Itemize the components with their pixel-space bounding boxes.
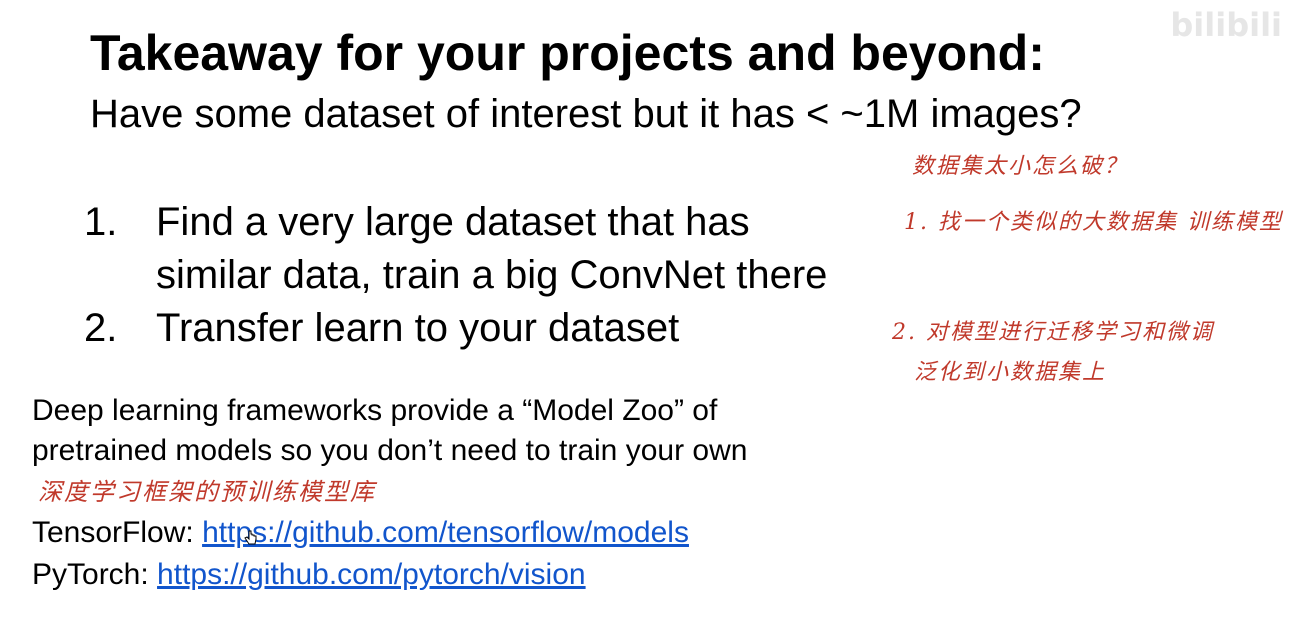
model-zoo-line-2: pretrained models so you don’t need to t… <box>32 434 748 467</box>
slide: Takeaway for your projects and beyond: H… <box>0 0 1292 617</box>
tensorflow-label: TensorFlow: <box>32 516 203 549</box>
annotation-step-1: 1. 找一个类似的大数据集 训练模型 <box>904 210 1283 235</box>
annotation-dataset-too-small: 数据集太小怎么破？ <box>912 154 1129 179</box>
annotation-step-2: 2. 对模型进行迁移学习和微调 <box>892 320 1214 345</box>
step-2-number: 2. <box>84 306 118 350</box>
step-1-line-2: similar data, train a big ConvNet there <box>156 253 828 297</box>
slide-subtitle: Have some dataset of interest but it has… <box>90 92 1082 136</box>
pytorch-link[interactable]: https://github.com/pytorch/vision <box>157 558 586 591</box>
annotation-model-zoo: 深度学习框架的预训练模型库 <box>38 478 376 506</box>
pytorch-label: PyTorch: <box>32 558 158 591</box>
step-2: 2. Transfer learn to your dataset <box>84 302 827 355</box>
steps-list: 1. Find a very large dataset that has sim… <box>84 196 827 355</box>
pytorch-link-row: PyTorch: https://github.com/pytorch/visi… <box>32 554 689 596</box>
model-zoo-text: Deep learning frameworks provide a “Mode… <box>32 391 747 471</box>
hand-cursor-icon <box>244 530 257 545</box>
framework-links: TensorFlow: https://github.com/tensorflo… <box>32 512 689 596</box>
slide-title: Takeaway for your projects and beyond: <box>90 25 1045 81</box>
tensorflow-link[interactable]: https://github.com/tensorflow/models <box>202 516 689 549</box>
step-2-line-1: Transfer learn to your dataset <box>156 306 680 350</box>
tensorflow-link-row: TensorFlow: https://github.com/tensorflo… <box>32 512 689 554</box>
bilibili-watermark: bilibili <box>1170 6 1282 44</box>
step-1-line-1: Find a very large dataset that has <box>156 200 750 244</box>
model-zoo-line-1: Deep learning frameworks provide a “Mode… <box>32 394 718 427</box>
step-1: 1. Find a very large dataset that has sim… <box>84 196 827 302</box>
annotation-generalize: 泛化到小数据集上 <box>914 360 1107 385</box>
step-1-number: 1. <box>84 200 118 244</box>
